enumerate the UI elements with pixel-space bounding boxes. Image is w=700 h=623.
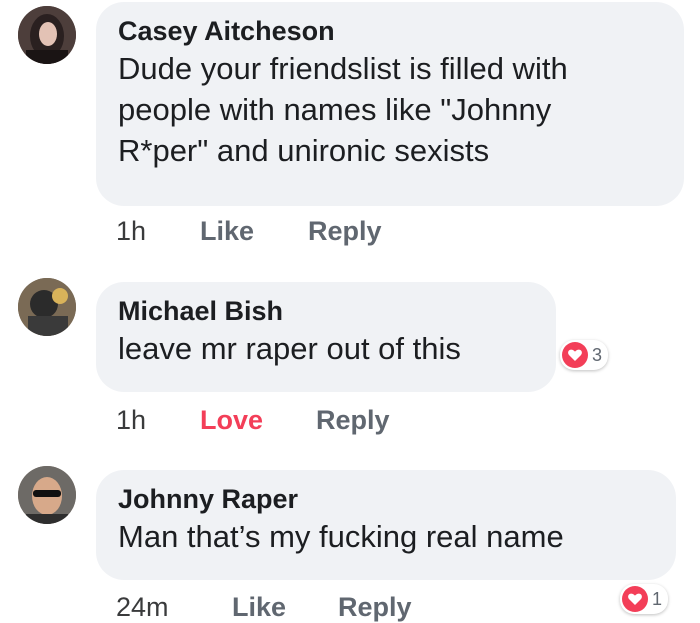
comment-text: leave mr raper out of this [118, 331, 461, 366]
comment-text-line: R*per" and unironic sexists [118, 133, 490, 168]
user-photo-icon [18, 6, 76, 64]
comment-author[interactable]: Johnny Raper [118, 482, 654, 516]
heart-icon [622, 586, 648, 612]
comment-text-line: Dude your friendslist is filled with [118, 51, 568, 86]
heart-icon [562, 342, 588, 368]
avatar[interactable] [18, 6, 76, 64]
comment-author[interactable]: Michael Bish [118, 294, 534, 328]
reaction-count: 1 [652, 588, 663, 609]
reply-button[interactable]: Reply [338, 592, 412, 623]
like-button[interactable]: Like [200, 216, 254, 247]
comment-timestamp[interactable]: 1h [116, 216, 146, 247]
reply-button[interactable]: Reply [308, 216, 382, 247]
user-photo-icon [18, 278, 76, 336]
comment-bubble: Casey Aitcheson Dude your friendslist is… [96, 2, 684, 206]
love-button[interactable]: Love [200, 405, 263, 436]
comment-text-line: people with names like "Johnny [118, 92, 552, 127]
comment-timestamp[interactable]: 24m [116, 592, 169, 623]
reaction-count: 3 [592, 344, 603, 365]
comment-timestamp[interactable]: 1h [116, 405, 146, 436]
reply-button[interactable]: Reply [316, 405, 390, 436]
user-photo-icon [18, 466, 76, 524]
reaction-summary[interactable]: 1 [620, 584, 669, 614]
avatar[interactable] [18, 466, 76, 524]
comment-text: Man that’s my fucking real name [118, 519, 564, 554]
reaction-summary[interactable]: 3 [560, 340, 609, 370]
avatar[interactable] [18, 278, 76, 336]
like-button[interactable]: Like [232, 592, 286, 623]
comment-author[interactable]: Casey Aitcheson [118, 14, 662, 48]
comment-bubble: Johnny Raper Man that’s my fucking real … [96, 470, 676, 580]
comment-bubble: Michael Bish leave mr raper out of this [96, 282, 556, 392]
